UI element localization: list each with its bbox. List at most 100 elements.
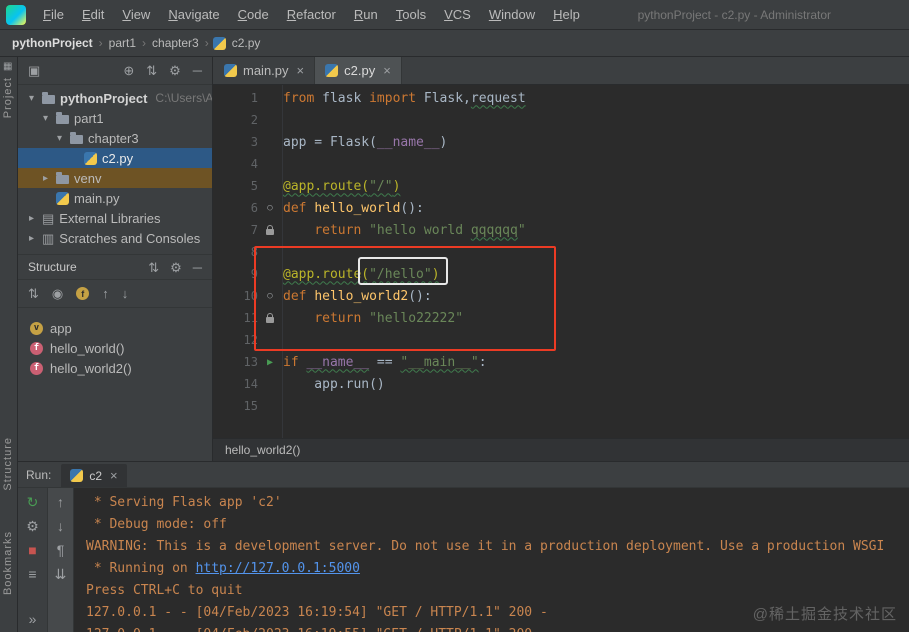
close-tab-icon[interactable]: × — [297, 63, 305, 78]
menu-code[interactable]: Code — [229, 7, 278, 22]
python-file-icon — [325, 64, 339, 77]
run-tab-c2[interactable]: c2 × — [61, 464, 127, 487]
gutter-marker-slot: ○ — [258, 291, 282, 301]
menu-file[interactable]: File — [34, 7, 73, 22]
line-number: 1 — [250, 91, 258, 105]
show-functions-icon[interactable]: f — [76, 287, 90, 300]
project-tree-item-part1[interactable]: ▾ part1 — [18, 108, 212, 128]
editor-breadcrumb-item[interactable]: hello_world2() — [225, 443, 300, 457]
editor-area: main.py × c2.py × 1 from flask import Flask,… — [213, 57, 909, 461]
sort-icon[interactable]: ⇅ — [148, 261, 159, 274]
down-stack-icon[interactable]: ↓ — [57, 519, 64, 533]
project-selector-icon[interactable]: ▣ — [28, 64, 40, 77]
expander-icon[interactable]: ▸ — [26, 213, 37, 224]
structure-panel-title: Structure — [28, 260, 77, 274]
stop-icon[interactable]: ■ — [28, 543, 36, 557]
project-stripe-icon[interactable]: ▦ — [3, 61, 12, 72]
expander-icon[interactable]: ▾ — [26, 93, 37, 104]
line-number: 11 — [243, 311, 258, 325]
run-toolbar: ↻ ⚙ ■ ≡ » — [18, 488, 48, 632]
close-tab-icon[interactable]: × — [383, 63, 391, 78]
line-number: 12 — [243, 333, 258, 347]
expander-icon[interactable]: ▾ — [54, 133, 65, 144]
line-number: 2 — [250, 113, 258, 127]
visibility-icon[interactable]: ◉ — [52, 287, 63, 300]
tree-item-label: pythonProject — [60, 90, 148, 106]
code-token: qqqqqq — [470, 222, 518, 238]
code-token: @app.route( — [283, 178, 370, 194]
hide-panel-icon[interactable]: ─ — [193, 261, 202, 274]
run-line-icon[interactable]: ▶ — [267, 357, 273, 368]
up-stack-icon[interactable]: ↑ — [57, 495, 64, 509]
expander-icon[interactable]: ▸ — [40, 173, 51, 184]
project-tree-item-external-libraries[interactable]: ▸ ▤ External Libraries — [18, 208, 212, 228]
locate-icon[interactable]: ⊕ — [123, 64, 134, 77]
method-marker-icon: ○ — [267, 203, 273, 213]
code-token: hello_world2 — [314, 288, 409, 304]
expander-icon[interactable]: ▸ — [26, 233, 37, 244]
code-token: == — [369, 354, 401, 370]
menu-window[interactable]: Window — [480, 7, 544, 22]
structure-item-app[interactable]: v app — [18, 318, 212, 338]
close-tab-icon[interactable]: × — [110, 468, 118, 483]
menu-icon[interactable]: ≡ — [28, 567, 36, 581]
console-toolbar: ↑ ↓ ¶ ⇊ — [48, 488, 74, 632]
project-tree-item-main-py[interactable]: main.py — [18, 188, 212, 208]
expander-icon[interactable]: ▾ — [40, 113, 51, 124]
code-token: Flask, — [416, 90, 471, 106]
hide-panel-icon[interactable]: ─ — [193, 64, 202, 77]
stripe-project-button[interactable]: Project — [2, 77, 14, 118]
console-line: Press CTRL+C to quit — [86, 583, 243, 598]
menu-view[interactable]: View — [113, 7, 159, 22]
code-line-14: 14 app.run() — [213, 373, 909, 395]
method-marker-icon: ○ — [267, 291, 273, 301]
menu-refactor[interactable]: Refactor — [278, 7, 345, 22]
structure-item-label: hello_world() — [50, 340, 125, 356]
collapse-all-icon[interactable]: ↓ — [122, 287, 129, 300]
scroll-end-icon[interactable]: ⇊ — [55, 567, 67, 581]
code-line-3: 3 app = Flask(__name__) — [213, 131, 909, 153]
stripe-bookmarks-button[interactable]: Bookmarks — [2, 531, 14, 595]
project-tree-item-pythonproject[interactable]: ▾ pythonProject C:\Users\A — [18, 88, 212, 108]
editor-tab-c2-py[interactable]: c2.py × — [315, 57, 402, 84]
settings-gear-icon[interactable]: ⚙ — [170, 261, 182, 274]
breadcrumb-c2-py[interactable]: c2.py — [230, 35, 263, 51]
expand-all-icon[interactable]: ↑ — [102, 287, 109, 300]
menu-navigate[interactable]: Navigate — [159, 7, 228, 22]
soft-wrap-icon[interactable]: ¶ — [57, 543, 65, 557]
settings-gear-icon[interactable]: ⚙ — [26, 519, 39, 533]
stripe-structure-button[interactable]: Structure — [2, 437, 14, 491]
project-tree-item-scratches-and-consoles[interactable]: ▸ ▥ Scratches and Consoles — [18, 228, 212, 248]
project-tree-item-chapter3[interactable]: ▾ chapter3 — [18, 128, 212, 148]
tree-item-label: main.py — [74, 190, 120, 206]
project-tree-item-venv[interactable]: ▸ venv — [18, 168, 212, 188]
more-icon[interactable]: » — [29, 612, 37, 626]
menu-vcs[interactable]: VCS — [435, 7, 480, 22]
project-tree-item-c2-py[interactable]: c2.py — [18, 148, 212, 168]
console-url-link[interactable]: http://127.0.0.1:5000 — [196, 561, 360, 576]
console-line: * Debug mode: off — [86, 517, 227, 532]
structure-item-hello-world2[interactable]: f hello_world2() — [18, 358, 212, 378]
console-text: * Running on — [86, 561, 196, 576]
settings-gear-icon[interactable]: ⚙ — [169, 64, 181, 77]
editor-tab-main-py[interactable]: main.py × — [214, 57, 316, 84]
code-token: def — [283, 288, 315, 304]
folder-icon — [56, 172, 69, 184]
tree-item-label: c2.py — [102, 150, 134, 166]
menu-edit[interactable]: Edit — [73, 7, 113, 22]
structure-item-hello-world[interactable]: f hello_world() — [18, 338, 212, 358]
expand-collapse-icon[interactable]: ⇅ — [146, 64, 157, 77]
sort-alpha-icon[interactable]: ⇅ — [28, 287, 39, 300]
project-tree: ▾ pythonProject C:\Users\A ▾ part1 ▾ chapter3 c… — [18, 85, 212, 254]
menu-run[interactable]: Run — [345, 7, 387, 22]
code-editor[interactable]: 1 from flask import Flask,request 2 3 app = … — [213, 85, 909, 438]
breadcrumb-part1[interactable]: part1 — [107, 35, 138, 51]
code-line-12: 12 — [213, 329, 909, 351]
breadcrumb-pythonproject[interactable]: pythonProject — [10, 35, 95, 51]
chevron-right-icon: › — [98, 36, 103, 50]
menu-tools[interactable]: Tools — [387, 7, 435, 22]
code-token: return — [314, 222, 370, 238]
rerun-icon[interactable]: ↻ — [27, 495, 39, 509]
breadcrumb-chapter3[interactable]: chapter3 — [150, 35, 201, 51]
menu-help[interactable]: Help — [544, 7, 589, 22]
